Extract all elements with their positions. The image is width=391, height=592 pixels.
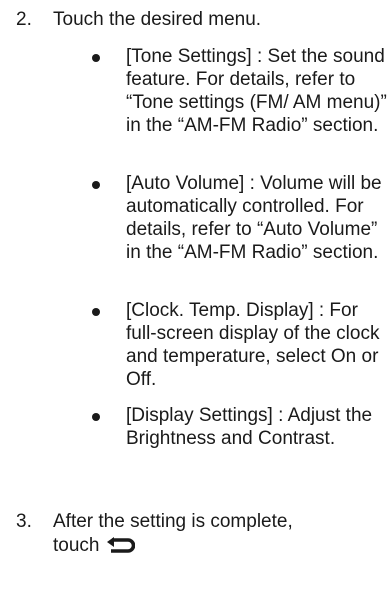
step-number: 2. (16, 9, 32, 30)
bullet-text: [Clock. Temp. Display] : For full-screen… (126, 300, 380, 390)
step-number: 3. (16, 511, 32, 532)
bullet-dot-icon (92, 413, 100, 421)
bullet-text: [Tone Settings] : Set the sound feature.… (126, 46, 387, 136)
bullet-text: [Display Settings] : Adjust the Brightne… (126, 405, 373, 449)
step-text-line2: touch (53, 535, 100, 556)
bullet-text: [Auto Volume] : Volume will be automatic… (126, 173, 382, 263)
step-text: Touch the desired menu. (53, 9, 262, 30)
back-arrow-icon (105, 535, 136, 560)
step-text-line1: After the setting is complete, (53, 511, 293, 532)
bullet-dot-icon (92, 308, 100, 316)
bullet-dot-icon (92, 181, 100, 189)
bullet-dot-icon (92, 54, 100, 62)
step-text: After the setting is complete, touch (53, 510, 383, 560)
manual-page: 2. Touch the desired menu. [Tone Setting… (0, 0, 391, 592)
